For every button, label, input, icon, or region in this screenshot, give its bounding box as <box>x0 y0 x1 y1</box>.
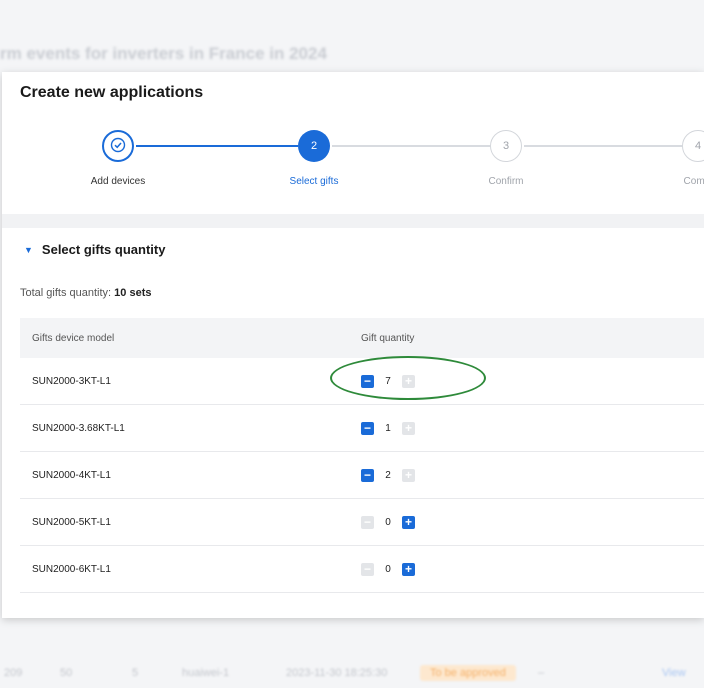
bg-cell: 5 <box>132 667 139 679</box>
bg-cell: 50 <box>60 667 73 679</box>
bg-cell: 2023-11-30 18:25:30 <box>286 667 388 679</box>
plus-icon[interactable]: + <box>402 562 415 576</box>
quantity-stepper: − 0 + <box>361 562 704 576</box>
total-gifts-quantity: Total gifts quantity: 10 sets <box>20 287 151 299</box>
device-model-cell: SUN2000-3.68KT-L1 <box>32 422 125 434</box>
step-connector-pending <box>524 145 682 147</box>
create-application-dialog: Create new applications 2 3 4 Add device… <box>2 72 704 618</box>
quantity-value: 0 <box>385 563 391 575</box>
section-header[interactable]: ▼ Select gifts quantity <box>24 242 165 257</box>
checkmark-icon <box>110 137 126 156</box>
section-title: Select gifts quantity <box>41 242 166 257</box>
minus-icon[interactable]: − <box>361 468 374 482</box>
bg-cell: – <box>538 667 545 679</box>
background-page-title: rm events for inverters in France in 202… <box>0 44 327 63</box>
minus-icon[interactable]: − <box>361 515 374 529</box>
step-connector-pending <box>332 145 490 147</box>
quantity-value: 2 <box>385 469 391 481</box>
caret-down-icon[interactable]: ▼ <box>24 245 33 255</box>
quantity-stepper: − 2 + <box>361 468 704 482</box>
minus-icon[interactable]: − <box>361 562 374 576</box>
quantity-value: 0 <box>385 516 391 528</box>
plus-icon[interactable]: + <box>402 421 415 435</box>
view-link[interactable]: View <box>662 667 686 679</box>
step-4-label: Compl <box>683 176 704 187</box>
dialog-title: Create new applications <box>20 84 204 101</box>
step-1-label: Add devices <box>90 176 146 187</box>
header-gift-quantity: Gift quantity <box>361 332 415 344</box>
step-2-circle[interactable]: 2 <box>298 130 330 162</box>
highlight-annotation <box>330 356 486 400</box>
background-table-row: 209 50 5 huaiwei-1 2023-11-30 18:25:30 T… <box>0 658 704 688</box>
plus-icon[interactable]: + <box>402 468 415 482</box>
total-label: Total gifts quantity: <box>20 287 112 299</box>
device-model-cell: SUN2000-5KT-L1 <box>32 516 111 528</box>
device-model-cell: SUN2000-4KT-L1 <box>32 469 111 481</box>
stepper: 2 3 4 Add devices Select gifts Confirm C… <box>2 128 704 204</box>
quantity-stepper: − 1 + <box>361 421 704 435</box>
table-row: SUN2000-4KT-L1 − 2 + <box>20 452 704 499</box>
section-divider <box>2 214 704 228</box>
plus-icon[interactable]: + <box>402 515 415 529</box>
step-connector-done <box>136 145 298 147</box>
table-row: SUN2000-6KT-L1 − 0 + <box>20 546 704 593</box>
bg-cell: 209 <box>4 667 23 679</box>
step-3-label: Confirm <box>488 176 524 187</box>
step-3-circle[interactable]: 3 <box>490 130 522 162</box>
quantity-value: 1 <box>385 422 391 434</box>
bg-cell: huaiwei-1 <box>182 667 230 679</box>
table-header: Gifts device model Gift quantity <box>20 318 704 358</box>
step-2-label: Select gifts <box>289 176 339 187</box>
device-model-cell: SUN2000-6KT-L1 <box>32 563 111 575</box>
table-row: SUN2000-5KT-L1 − 0 + <box>20 499 704 546</box>
step-4-circle[interactable]: 4 <box>682 130 704 162</box>
device-model-cell: SUN2000-3KT-L1 <box>32 375 111 387</box>
status-badge: To be approved <box>420 665 516 681</box>
quantity-stepper: − 0 + <box>361 515 704 529</box>
minus-icon[interactable]: − <box>361 421 374 435</box>
total-value: 10 sets <box>114 287 152 299</box>
table-row: SUN2000-3.68KT-L1 − 1 + <box>20 405 704 452</box>
step-1-circle[interactable] <box>102 130 134 162</box>
header-device-model: Gifts device model <box>32 332 115 344</box>
